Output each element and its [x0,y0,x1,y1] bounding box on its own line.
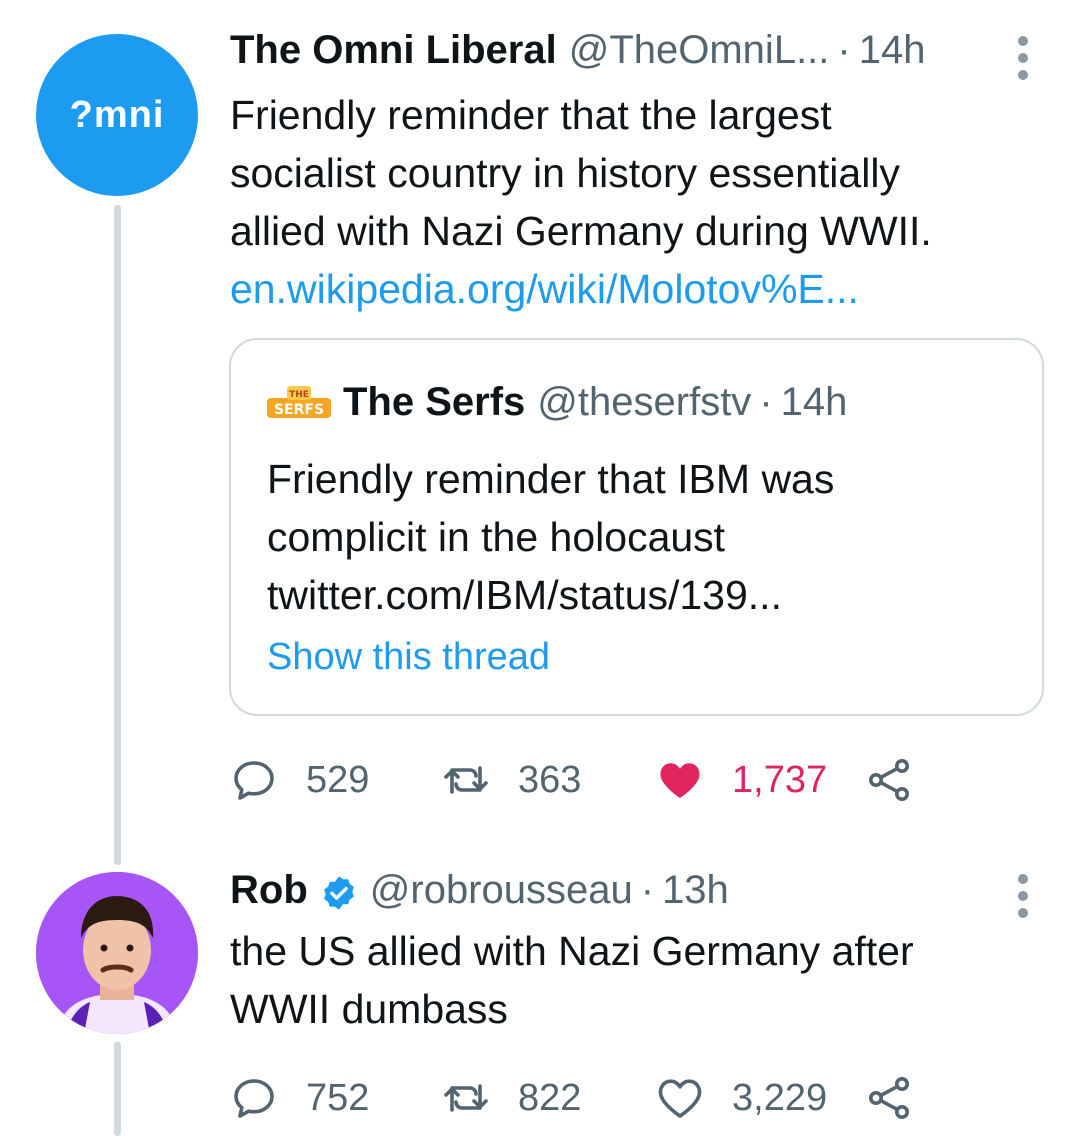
quoted-tweet[interactable]: THE SERFS The Serfs @theserfstv · 14h Fr… [229,338,1044,716]
reply-count: 529 [306,758,370,801]
tweet-text-line: WWII dumbass [230,986,508,1032]
tweet-header: The Omni Liberal @TheOmniL... · 14h [230,28,1020,78]
more-icon[interactable] [1018,874,1030,918]
profile-photo [36,872,198,1034]
quote-timestamp[interactable]: 14h [781,380,848,425]
quote-header: THE SERFS The Serfs @theserfstv · 14h [267,380,847,425]
avatar[interactable]: ?mni [36,34,198,196]
share-icon [869,1077,909,1119]
separator-dot: · [759,380,773,424]
reply-button[interactable]: 752 [230,1068,369,1128]
retweet-count: 363 [518,758,582,801]
quote-text-line: complicit in the holocaust [267,514,726,560]
share-button[interactable] [866,750,914,810]
separator-dot: · [640,868,655,912]
tweet-actions: 529 363 1,737 [230,750,950,810]
tweet-header: Rob @robrousseau · 13h [230,868,1020,918]
tweet-text-line: socialist country in history essentially [230,150,900,196]
quote-text-line: Friendly reminder that IBM was [267,456,835,502]
tweet-text-line: the US allied with Nazi Germany after [230,928,914,974]
retweet-count: 822 [518,1076,582,1119]
verified-icon [323,876,354,910]
reply-icon [234,1079,274,1118]
tweet-link[interactable]: en.wikipedia.org/wiki/Molotov%E... [230,260,1020,318]
like-button[interactable]: 3,229 [656,1068,827,1128]
tweet-text: the US allied with Nazi Germany after WW… [230,922,1020,1038]
display-name[interactable]: Rob [230,868,308,913]
display-name[interactable]: The Omni Liberal [230,28,557,73]
avatar-logo-text: ?mni [69,93,165,136]
separator-dot: · [837,28,851,72]
quote-display-name[interactable]: The Serfs [343,380,525,425]
reply-count: 752 [306,1076,370,1119]
like-button[interactable]: 1,737 [656,750,827,810]
user-handle[interactable]: @robrousseau [370,868,633,913]
reply-button[interactable]: 529 [230,750,369,810]
like-count: 3,229 [732,1076,828,1119]
share-button[interactable] [866,1068,914,1128]
timestamp[interactable]: 14h [859,28,926,73]
reply-icon [234,761,274,800]
show-thread-link[interactable]: Show this thread [267,636,550,679]
share-icon [869,759,909,801]
retweet-button[interactable]: 822 [442,1068,581,1128]
user-handle[interactable]: @TheOmniL... [569,28,830,73]
quote-text-line: twitter.com/IBM/status/139... [267,572,782,618]
tweet-text-line: Friendly reminder that the largest [230,92,832,138]
serfs-logo-icon: THE SERFS [267,385,331,418]
tweet-text-line: allied with Nazi Germany during WWII. [230,208,932,254]
more-icon[interactable] [1018,36,1030,80]
svg-text:THE: THE [289,390,309,400]
timestamp[interactable]: 13h [662,868,729,913]
svg-text:SERFS: SERFS [274,402,324,418]
quote-user-handle[interactable]: @theserfstv [537,380,751,425]
retweet-icon [444,766,488,794]
retweet-button[interactable]: 363 [442,750,581,810]
avatar[interactable] [36,872,198,1034]
quote-text: Friendly reminder that IBM was complicit… [267,450,1007,624]
tweet-omni-liberal[interactable]: ?mni The Omni Liberal @TheOmniL... · 14h… [0,0,1080,860]
tweet-text: Friendly reminder that the largest socia… [230,86,1020,318]
heart-icon [660,763,700,798]
heart-icon [658,1079,702,1118]
like-count: 1,737 [732,758,828,801]
tweet-actions: 752 822 3,229 [230,1068,950,1128]
retweet-icon [444,1084,488,1112]
